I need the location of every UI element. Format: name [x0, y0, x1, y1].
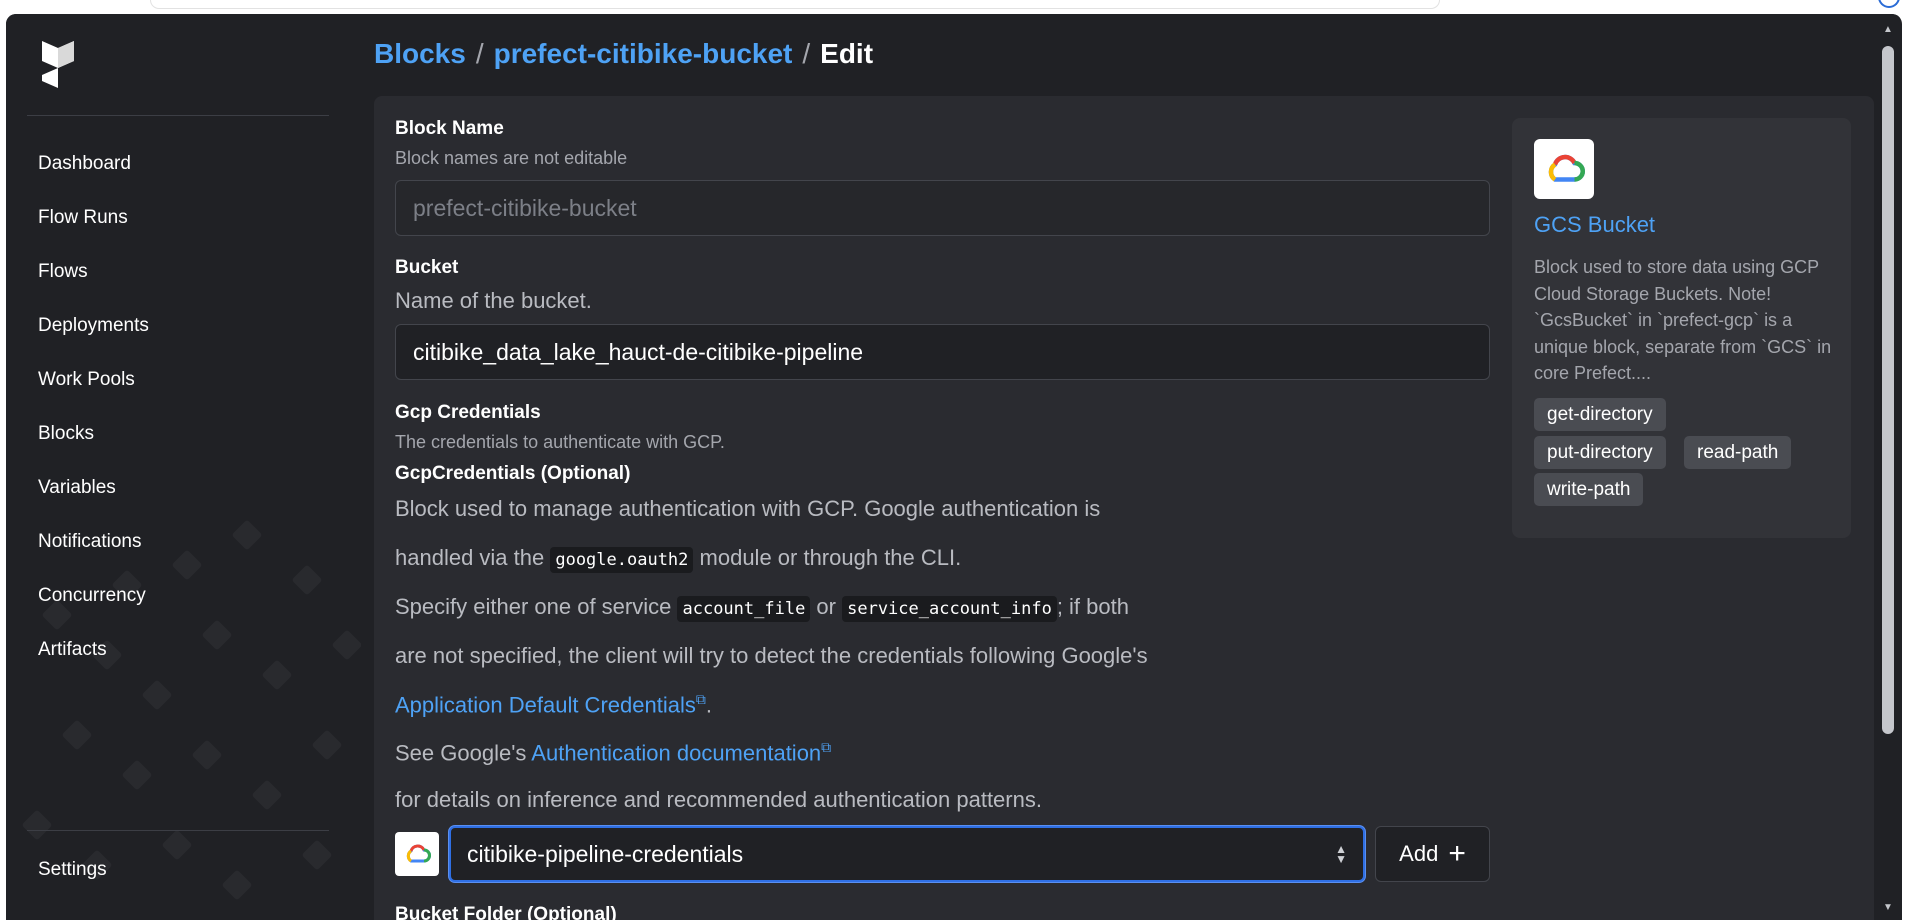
sidebar-item-notifications[interactable]: Notifications — [27, 515, 329, 569]
gcp-credentials-description: The credentials to authenticate with GCP… — [395, 432, 725, 452]
block-type-title[interactable]: GCS Bucket — [1534, 212, 1655, 238]
doc-text: ; if both — [1056, 594, 1129, 619]
app-window: Dashboard Flow Runs Flows Deployments Wo… — [6, 14, 1902, 920]
sidebar-item-blocks[interactable]: Blocks — [27, 407, 329, 461]
edit-block-card: Block Name Block names are not editable … — [374, 96, 1874, 920]
sidebar-item-work-pools[interactable]: Work Pools — [27, 353, 329, 407]
bucket-input[interactable]: citibike_data_lake_hauct-de-citibike-pip… — [395, 324, 1490, 380]
breadcrumb-separator: / — [802, 38, 811, 69]
capability-tag: get-directory — [1534, 398, 1666, 431]
block-type-description: Block used to store data using GCP Cloud… — [1534, 257, 1832, 383]
gcp-credentials-type-label: GcpCredentials (Optional) — [395, 463, 631, 484]
scroll-down-icon[interactable]: ▼ — [1882, 902, 1894, 914]
scrollbar[interactable]: ▲ ▼ — [1880, 14, 1900, 920]
doc-text: . — [705, 692, 712, 718]
sidebar-item-artifacts[interactable]: Artifacts — [27, 623, 329, 677]
bucket-folder-label: Bucket Folder (Optional) — [395, 904, 617, 920]
plus-icon: + — [1448, 837, 1466, 870]
sidebar-item-settings[interactable]: Settings — [27, 850, 329, 890]
google-cloud-icon — [1534, 139, 1594, 199]
breadcrumb: Blocks / prefect-citibike-bucket / Edit — [374, 38, 873, 70]
browser-profile-icon[interactable] — [1878, 0, 1900, 8]
block-type-info-panel: GCS Bucket Block used to store data usin… — [1512, 118, 1851, 538]
sidebar-item-label: Blocks — [38, 423, 94, 444]
prefect-logo-icon[interactable] — [38, 39, 74, 91]
gcp-credentials-doc-line: See Google's Authentication documentatio… — [395, 739, 831, 766]
sidebar: Dashboard Flow Runs Flows Deployments Wo… — [6, 14, 361, 920]
auth-docs-link[interactable]: Authentication documentation — [531, 740, 821, 765]
sidebar-item-label: Settings — [38, 859, 107, 880]
scrollbar-thumb[interactable] — [1882, 46, 1894, 734]
gcp-credentials-label: Gcp Credentials — [395, 402, 541, 423]
capability-tag: read-path — [1684, 436, 1792, 469]
sidebar-item-variables[interactable]: Variables — [27, 461, 329, 515]
capability-tag: put-directory — [1534, 436, 1666, 469]
sidebar-divider-bottom — [27, 830, 329, 831]
sidebar-divider-top — [27, 115, 329, 116]
external-link-icon: ⧉ — [821, 739, 832, 755]
inline-code: account_file — [677, 596, 811, 622]
gcp-credentials-doc-line: are not specified, the client will try t… — [395, 643, 1148, 668]
sidebar-item-label: Deployments — [38, 315, 149, 336]
sidebar-item-label: Variables — [38, 477, 116, 498]
sidebar-item-label: Flows — [38, 261, 88, 282]
breadcrumb-separator: / — [475, 38, 484, 69]
bucket-description: Name of the bucket. — [395, 288, 592, 313]
sidebar-item-concurrency[interactable]: Concurrency — [27, 569, 329, 623]
breadcrumb-blocks-link[interactable]: Blocks — [374, 38, 466, 70]
bucket-value: citibike_data_lake_hauct-de-citibike-pip… — [413, 338, 864, 365]
capability-tag: write-path — [1534, 473, 1644, 506]
credentials-select-value: citibike-pipeline-credentials — [467, 840, 744, 867]
adc-link[interactable]: Application Default Credentials — [395, 692, 696, 717]
scroll-up-icon[interactable]: ▲ — [1882, 24, 1894, 36]
sidebar-item-dashboard[interactable]: Dashboard — [27, 137, 329, 191]
bucket-label: Bucket — [395, 257, 459, 278]
doc-text: Specify either one of service — [395, 594, 678, 619]
block-name-input: prefect-citibike-bucket — [395, 180, 1490, 236]
block-name-description: Block names are not editable — [395, 148, 628, 168]
external-link-icon: ⧉ — [695, 691, 706, 707]
sidebar-item-label: Notifications — [38, 531, 142, 552]
sidebar-item-flow-runs[interactable]: Flow Runs — [27, 191, 329, 245]
sidebar-nav: Dashboard Flow Runs Flows Deployments Wo… — [27, 137, 329, 677]
block-name-value: prefect-citibike-bucket — [413, 194, 637, 221]
gcp-credentials-doc-line: for details on inference and recommended… — [395, 787, 1042, 812]
credentials-select-row: citibike-pipeline-credentials ▲ ▼ Add + — [395, 826, 1490, 882]
gcp-credentials-doc-line: Application Default Credentials⧉. — [395, 691, 712, 718]
chevron-updown-icon: ▲ ▼ — [1335, 842, 1347, 866]
sidebar-item-label: Flow Runs — [38, 207, 128, 228]
breadcrumb-block-link[interactable]: prefect-citibike-bucket — [494, 38, 793, 70]
sidebar-item-label: Concurrency — [38, 585, 146, 606]
add-button-label: Add — [1399, 841, 1439, 866]
sidebar-item-flows[interactable]: Flows — [27, 245, 329, 299]
credentials-select[interactable]: citibike-pipeline-credentials ▲ ▼ — [449, 826, 1365, 882]
sidebar-item-label: Artifacts — [38, 639, 107, 660]
breadcrumb-current: Edit — [820, 38, 874, 69]
gcp-credentials-doc-line: Block used to manage authentication with… — [395, 496, 1101, 521]
inline-code: google.oauth2 — [550, 547, 694, 573]
inline-code: service_account_info — [842, 596, 1057, 622]
add-credentials-button[interactable]: Add + — [1375, 826, 1490, 882]
sidebar-item-label: Work Pools — [38, 369, 135, 390]
browser-address-bar — [150, 0, 1440, 9]
sidebar-item-label: Dashboard — [38, 153, 131, 174]
doc-text: module or through the CLI. — [693, 545, 962, 570]
doc-text: See Google's — [395, 740, 532, 766]
doc-text: handled via the — [395, 545, 551, 570]
block-name-label: Block Name — [395, 118, 504, 139]
sidebar-item-deployments[interactable]: Deployments — [27, 299, 329, 353]
gcp-credentials-doc-line: handled via the google.oauth2 module or … — [395, 545, 962, 573]
gcp-credentials-doc-line: Specify either one of service account_fi… — [395, 594, 1129, 622]
google-cloud-icon — [395, 832, 439, 876]
doc-text: or — [810, 594, 843, 619]
